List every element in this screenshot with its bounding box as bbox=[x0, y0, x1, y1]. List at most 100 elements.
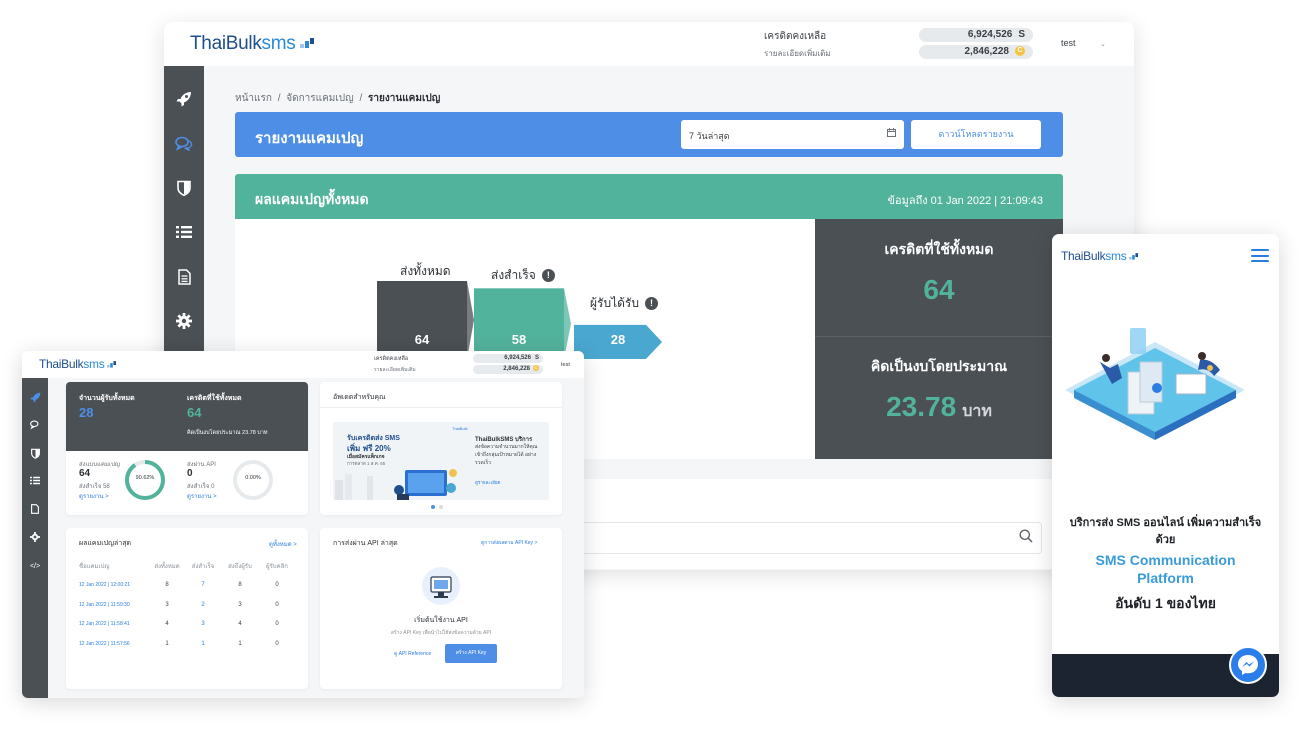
api-reference-link[interactable]: ดู API Reference bbox=[394, 650, 431, 658]
code-icon[interactable]: </> bbox=[28, 560, 42, 574]
column-header: ผู้รับคลิก bbox=[266, 563, 288, 570]
credit-value: 6,924,526 bbox=[504, 355, 531, 361]
user-menu[interactable]: test bbox=[561, 362, 570, 368]
logo-text-2: sms bbox=[83, 357, 105, 371]
campaign-date-link[interactable]: 12 Jan 2022 | 11:59:30 bbox=[79, 595, 149, 615]
table-row[interactable]: 12 Jan 2022 | 11:57:56 1 1 1 0 bbox=[79, 634, 295, 654]
campaign-date-link[interactable]: 12 Jan 2022 | 12:00:21 bbox=[79, 576, 149, 596]
rocket-icon[interactable] bbox=[28, 392, 42, 406]
column-header: ส่งทั้งหมด bbox=[154, 563, 180, 570]
credit-used-label: เครดิตที่ใช้ทั้งหมด bbox=[884, 241, 994, 257]
campaign-report-link[interactable]: ดูรายงาน > bbox=[79, 491, 109, 501]
cell-clicks: 0 bbox=[275, 582, 279, 589]
table-row[interactable]: 12 Jan 2022 | 11:58:41 4 3 4 0 bbox=[79, 615, 295, 635]
api-title: การส่งผ่าน API ล่าสุด bbox=[333, 540, 398, 547]
budget-value-wrap: 23.78 บาท bbox=[815, 391, 1063, 424]
rocket-icon[interactable] bbox=[173, 88, 195, 110]
shield-icon[interactable] bbox=[28, 448, 42, 462]
breadcrumb-manage[interactable]: จัดการแคมเปญ bbox=[286, 93, 353, 104]
funnel-value-received: 28 bbox=[610, 332, 626, 347]
updates-title: อัพเดตสำหรับคุณ bbox=[333, 394, 386, 401]
api-key-link[interactable]: ดูการส่งผลตาม API Key > bbox=[481, 539, 537, 547]
dashboard-topbar: ThaiBulksms เครดิตคงเหลือ รายละเอียดเพิ่… bbox=[22, 351, 584, 378]
document-icon[interactable] bbox=[28, 504, 42, 518]
cell-success: 2 bbox=[201, 601, 205, 608]
view-all-link[interactable]: ดูทั้งหมด > bbox=[269, 539, 297, 549]
list-icon[interactable] bbox=[28, 476, 42, 490]
budget-label: คิดเป็นงบโดยประมาณ bbox=[870, 358, 1008, 374]
create-api-key-button[interactable]: สร้าง API Key bbox=[445, 644, 497, 663]
cell-received: 4 bbox=[238, 621, 242, 628]
api-percent: 0.00% bbox=[245, 475, 261, 481]
carousel-dot-active[interactable] bbox=[431, 505, 435, 509]
table-row[interactable]: 12 Jan 2022 | 11:59:30 3 2 3 0 bbox=[79, 595, 295, 615]
api-success: ส่งสำเร็จ 0 bbox=[187, 484, 215, 490]
gear-icon[interactable] bbox=[173, 310, 195, 332]
desktop-logo[interactable]: ThaiBulksms bbox=[190, 33, 315, 55]
date-range-value: 7 วันล่าสุด bbox=[689, 131, 730, 141]
detail-link[interactable]: รายละเอียดเพิ่มเติม bbox=[764, 47, 831, 60]
latest-campaigns-card: ผลแคมเปญล่าสุด ดูทั้งหมด > ชื่อแคมเปญ ส่… bbox=[66, 528, 308, 689]
campaign-percent: 90.62% bbox=[135, 475, 155, 481]
results-title: ผลแคมเปญทั้งหมด bbox=[255, 191, 369, 207]
gear-icon[interactable] bbox=[28, 532, 42, 546]
calendar-icon bbox=[887, 128, 896, 140]
user-menu[interactable]: test ⌄ bbox=[1061, 38, 1106, 48]
campaign-date-link[interactable]: 12 Jan 2022 | 11:58:41 bbox=[79, 615, 149, 635]
cell-sent: 3 bbox=[165, 601, 169, 608]
cell-sent: 4 bbox=[165, 621, 169, 628]
list-icon[interactable] bbox=[173, 221, 195, 243]
credit-unit: S bbox=[1018, 29, 1025, 40]
coin-pill: 2,846,228 C bbox=[473, 365, 543, 374]
logo-text-2: sms bbox=[261, 33, 296, 54]
promo-tag: ThaiBulk bbox=[452, 426, 468, 431]
mobile-logo[interactable]: ThaiBulksms bbox=[1061, 249, 1139, 263]
dashboard-logo[interactable]: ThaiBulksms bbox=[39, 357, 117, 371]
coin-value: 2,846,228 bbox=[964, 46, 1010, 57]
page-title: รายงานแคมเปญ bbox=[255, 130, 364, 147]
cell-clicks: 0 bbox=[275, 640, 279, 647]
breadcrumb-current: รายงานแคมเปญ bbox=[368, 93, 441, 104]
credit-used-value: 64 bbox=[923, 274, 955, 305]
logo-mark-icon bbox=[300, 37, 315, 48]
desktop-topbar: ThaiBulksms เครดิตคงเหลือ รายละเอียดเพิ่… bbox=[164, 22, 1134, 66]
shield-icon[interactable] bbox=[173, 177, 195, 199]
document-icon[interactable] bbox=[173, 266, 195, 288]
credit-used-value: 64 bbox=[187, 405, 202, 420]
logo-mark-icon bbox=[107, 360, 117, 368]
cell-received: 8 bbox=[238, 582, 242, 589]
credit-pill: 6,924,526 S bbox=[473, 354, 543, 363]
menu-icon[interactable] bbox=[1251, 249, 1269, 262]
download-report-button[interactable]: ดาวน์โหลดรายงาน bbox=[911, 120, 1041, 149]
api-value: 0 bbox=[187, 468, 193, 479]
latest-title: ผลแคมเปญล่าสุด bbox=[79, 540, 132, 547]
promo-more-link[interactable]: ดูรายละเอียด bbox=[475, 479, 500, 486]
mobile-platform-1: SMS Communication bbox=[1095, 552, 1236, 568]
carousel-dot[interactable] bbox=[439, 505, 443, 509]
breadcrumb-home[interactable]: หน้าแรก bbox=[235, 93, 272, 104]
search-icon[interactable] bbox=[1019, 529, 1033, 546]
funnel-bar bbox=[377, 281, 467, 359]
table-row[interactable]: 12 Jan 2022 | 12:00:21 8 7 8 0 bbox=[79, 576, 295, 596]
campaign-date-link[interactable]: 12 Jan 2022 | 11:57:56 bbox=[79, 634, 149, 654]
chat-icon[interactable] bbox=[173, 133, 195, 155]
column-header: ชื่อแคมเปญ bbox=[79, 563, 110, 570]
logo-mark-icon bbox=[1129, 252, 1139, 260]
date-range-picker[interactable]: 7 วันล่าสุด bbox=[681, 120, 904, 149]
search-input[interactable] bbox=[544, 522, 1042, 554]
detail-link[interactable]: รายละเอียดเพิ่มเติม bbox=[374, 366, 416, 374]
api-report-link[interactable]: ดูรายงาน > bbox=[187, 491, 217, 501]
column-header: ส่งสำเร็จ bbox=[191, 563, 215, 570]
cell-sent: 1 bbox=[165, 640, 169, 647]
messenger-icon[interactable] bbox=[1229, 646, 1267, 684]
dashboard-window: ThaiBulksms เครดิตคงเหลือ รายละเอียดเพิ่… bbox=[22, 351, 584, 698]
chat-icon[interactable] bbox=[28, 420, 42, 434]
logo-text-1: ThaiBulk bbox=[39, 357, 84, 371]
coin-icon: C bbox=[533, 365, 539, 372]
funnel-bar-tip bbox=[467, 281, 474, 359]
campaign-value: 64 bbox=[79, 468, 91, 479]
api-server-icon bbox=[422, 567, 460, 605]
funnel-bar bbox=[474, 288, 564, 359]
coin-icon: C bbox=[1015, 46, 1025, 57]
cell-success: 7 bbox=[201, 582, 205, 589]
